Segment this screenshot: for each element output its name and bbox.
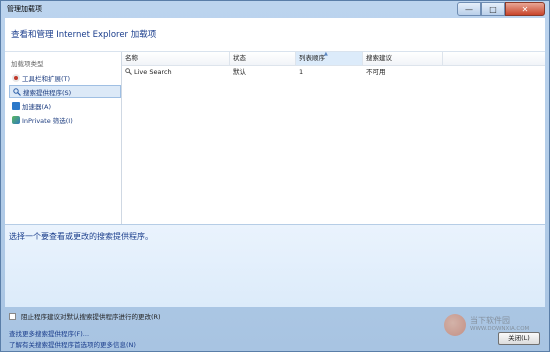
sidebar-item-inprivate[interactable]: InPrivate 筛选(I)	[9, 113, 121, 126]
sidebar-item-label: InPrivate 筛选(I)	[22, 116, 73, 125]
search-providers-list: 名称 状态 ▲ 列表顺序 搜索建议 Live Search 默认 1 不可用	[122, 51, 545, 224]
close-button[interactable]: 关闭(L)	[498, 332, 540, 345]
column-header-status[interactable]: 状态	[230, 52, 296, 65]
minimize-button[interactable]: —	[457, 2, 481, 16]
cell-name: Live Search	[122, 66, 233, 78]
block-default-change-label: 阻止程序建议对默认搜索提供程序进行的更改(R)	[21, 313, 161, 321]
sidebar-item-label: 工具栏和扩展(T)	[22, 74, 71, 83]
block-default-change-option[interactable]: 阻止程序建议对默认搜索提供程序进行的更改(R)	[9, 311, 161, 321]
provider-name: Live Search	[134, 68, 172, 76]
search-icon	[125, 68, 132, 75]
details-pane: 选择一个要查看或更改的搜索提供程序。	[5, 224, 545, 307]
sidebar-item-toolbars[interactable]: 工具栏和扩展(T)	[9, 71, 121, 84]
table-row[interactable]: Live Search 默认 1 不可用	[122, 66, 545, 78]
gear-icon	[12, 73, 20, 82]
add-on-types-panel: 加载项类型 工具栏和扩展(T) 搜索提供程序(S) 加速器(A) InPriva…	[5, 52, 122, 224]
watermark-name: 当下软件园	[470, 316, 510, 325]
sidebar-item-label: 加速器(A)	[22, 102, 52, 111]
column-header-name[interactable]: 名称	[122, 52, 230, 65]
cell-order: 1	[299, 68, 304, 76]
sidebar-item-accelerators[interactable]: 加速器(A)	[9, 99, 121, 112]
column-header-order-label: 列表顺序	[299, 54, 325, 62]
accelerator-icon	[12, 101, 20, 110]
add-on-types-heading: 加载项类型	[11, 60, 44, 68]
details-text: 选择一个要查看或更改的搜索提供程序。	[9, 232, 153, 241]
sidebar-item-search-providers[interactable]: 搜索提供程序(S)	[9, 85, 121, 98]
sidebar-item-label: 搜索提供程序(S)	[23, 88, 72, 97]
header-banner: 查看和管理 Internet Explorer 加载项	[5, 18, 545, 52]
column-header-order[interactable]: ▲ 列表顺序	[296, 51, 363, 65]
cell-status: 默认	[233, 68, 246, 76]
window-controls: — □ ✕	[457, 2, 545, 16]
watermark-logo-icon	[444, 314, 466, 336]
inprivate-icon	[12, 115, 20, 124]
maximize-button[interactable]: □	[481, 2, 505, 16]
add-ons-window: 管理加载项 — □ ✕ 查看和管理 Internet Explorer 加载项 …	[0, 0, 550, 352]
sort-arrow-icon: ▲	[324, 51, 328, 57]
find-more-providers-link[interactable]: 查找更多搜索提供程序(F)...	[9, 328, 89, 338]
learn-more-link[interactable]: 了解有关搜索提供程序首选项的更多信息(N)	[9, 339, 136, 349]
search-icon	[13, 87, 21, 96]
close-window-button[interactable]: ✕	[505, 2, 545, 16]
list-header: 名称 状态 ▲ 列表顺序 搜索建议	[122, 51, 545, 66]
block-default-change-checkbox[interactable]	[9, 312, 16, 320]
window-title: 管理加载项	[7, 5, 42, 13]
column-header-suggestions[interactable]: 搜索建议	[363, 52, 443, 65]
cell-suggestions: 不可用	[366, 68, 386, 76]
page-title: 查看和管理 Internet Explorer 加载项	[11, 30, 157, 40]
title-bar: 管理加载项 — □ ✕	[1, 1, 549, 17]
